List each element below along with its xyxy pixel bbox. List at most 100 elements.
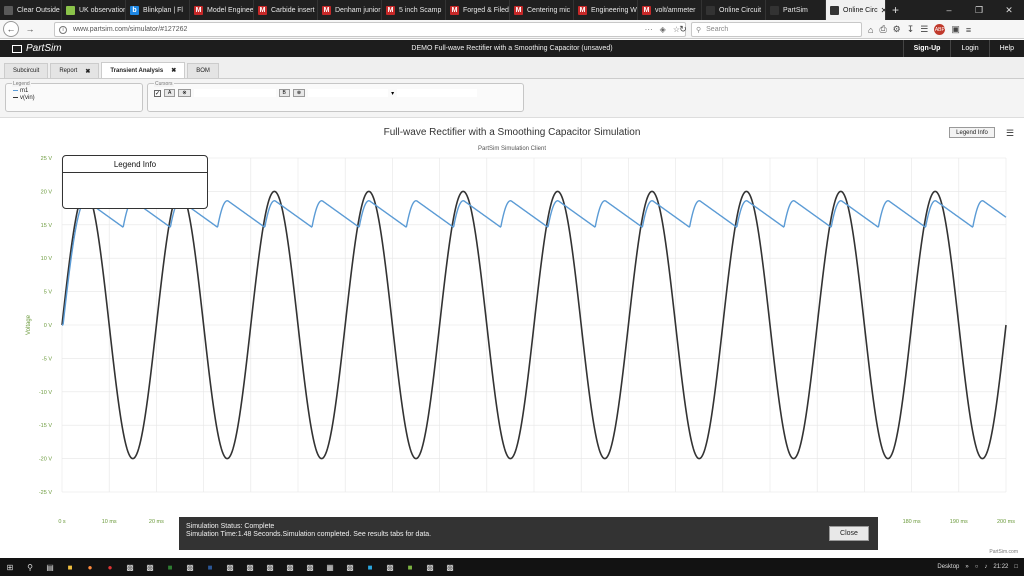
browser-tab[interactable]: M Carbide insert [254,0,318,20]
legend-item-vin[interactable]: v(vin) [13,94,142,101]
pocket-icon[interactable]: ◈ [660,25,666,34]
browser-tab[interactable]: Online Circuit [702,0,766,20]
print-icon[interactable]: ⎙ [879,24,886,35]
calculator-icon[interactable]: ▦ [322,561,338,573]
cursors-box: Cursors ✓ A ⊗ B ⊗ ▾ [147,81,524,112]
cursor-dropdown-icon[interactable]: ▾ [391,90,394,97]
app-icon[interactable]: ■ [362,561,378,573]
app-icon[interactable]: ▩ [442,561,458,573]
y-tick-label: -20 V [39,457,52,463]
settings-gear-icon[interactable]: ⚙ [893,24,901,35]
search-icon[interactable]: ⚲ [22,561,38,573]
close-tab-icon[interactable]: ✖ [171,67,176,74]
page-actions-icon[interactable]: ··· [645,25,653,34]
word-icon[interactable]: ■ [202,561,218,573]
tab-subcircuit[interactable]: Subcircuit [4,63,49,78]
task-view-icon[interactable]: ▤ [42,561,58,573]
browser-tab[interactable]: b Blinkplan | Fl [126,0,190,20]
login-link[interactable]: Login [950,40,988,57]
address-bar[interactable]: i www.partsim.com/simulator/#127262 ··· … [54,22,686,37]
close-window-icon[interactable]: ✕ [994,5,1024,16]
close-tab-icon[interactable]: ✕ [878,6,885,15]
file-explorer-icon[interactable]: ■ [62,561,78,573]
chart-menu-icon[interactable]: ☰ [1006,128,1014,139]
close-button[interactable]: Close [829,526,869,541]
browser-tab[interactable]: M Centering mic [510,0,574,20]
signup-link[interactable]: Sign-Up [902,40,951,57]
chart-controls: Legend m1 v(vin) Cursors ✓ A ⊗ B ⊗ ▾ [0,79,1024,118]
menu-icon[interactable]: ≡ [966,25,971,35]
browser-tab[interactable]: M Denham junior [318,0,382,20]
new-tab-button[interactable]: + [886,3,905,17]
sidebar-icon[interactable]: ▣ [951,24,960,35]
app-icon[interactable]: ▩ [122,561,138,573]
windows-start-icon[interactable]: ⊞ [2,561,18,573]
tab-report[interactable]: Report ✖ [50,63,100,78]
x-tick-label: 190 ms [950,519,968,525]
browser-tab[interactable]: Mvolt/ammeter [638,0,702,20]
excel-icon[interactable]: ■ [162,561,178,573]
app-icon[interactable]: ▩ [302,561,318,573]
clock[interactable]: 21:22 [993,564,1008,570]
cursor-checkbox[interactable]: ✓ [154,89,161,97]
app-icon[interactable]: ▩ [222,561,238,573]
app-icon[interactable]: ▩ [262,561,278,573]
firefox-icon[interactable]: ● [82,561,98,573]
y-tick-label: -5 V [42,356,52,362]
app-icon[interactable]: ▩ [182,561,198,573]
library-icon[interactable]: ☰ [920,24,928,35]
legend-item-m1[interactable]: m1 [13,87,142,94]
forward-button[interactable]: → [22,21,38,37]
browser-tab-label: Engineering W [591,6,637,14]
app-icon[interactable]: ▩ [342,561,358,573]
cursor-b-button[interactable]: B [278,89,290,97]
download-icon[interactable]: ↧ [907,24,915,35]
legend-box-label: Legend [12,81,31,87]
partsim-icon [770,5,779,15]
cursor-b-clear-icon[interactable]: ⊗ [292,89,306,97]
desktop-label[interactable]: Desktop [937,564,959,570]
app-icon[interactable]: ▩ [242,561,258,573]
app-icon[interactable]: ▩ [422,561,438,573]
back-button[interactable]: ← [3,21,19,37]
logo-text: PartSim [26,43,62,54]
search-field[interactable]: ⚲ Search [691,22,862,37]
notifications-icon[interactable]: □ [1014,564,1018,570]
browser-tab[interactable]: Clear Outside [0,0,62,20]
cursor-a-button[interactable]: A [164,89,176,97]
partsim-logo[interactable]: PartSim [0,43,62,54]
reload-button[interactable]: ↻ [675,21,691,37]
search-icon: ⚲ [696,26,702,34]
app-icon[interactable]: ● [102,561,118,573]
minimize-icon[interactable]: – [934,5,964,16]
system-tray: Desktop » ○ ♪ 21:22 □ [937,564,1024,570]
volume-icon[interactable]: ♪ [984,564,987,570]
cursor-a-clear-icon[interactable]: ⊗ [178,89,191,97]
tab-transient-analysis[interactable]: Transient Analysis ✖ [101,62,186,78]
app-icon[interactable]: ▩ [282,561,298,573]
browser-tab[interactable]: M Model Engineer [190,0,254,20]
maximize-icon[interactable]: ❐ [964,5,994,16]
partsim-icon [706,5,715,15]
chart-title: Full-wave Rectifier with a Smoothing Cap… [384,127,641,138]
browser-tab[interactable]: M 5 inch Scamp [382,0,446,20]
close-tab-icon[interactable]: ✖ [85,68,90,75]
home-icon[interactable]: ⌂ [868,25,873,35]
help-link[interactable]: Help [988,40,1024,57]
browser-tab[interactable]: M Engineering W [574,0,638,20]
browser-tab[interactable]: PartSim [766,0,826,20]
app-icon[interactable]: ▩ [142,561,158,573]
chevron-icon[interactable]: » [965,564,968,570]
adblock-icon[interactable]: ABP [934,24,946,35]
series-line-swatch [13,90,18,91]
legend-info-button[interactable]: Legend Info [949,127,995,138]
browser-tab[interactable]: Online Circ✕ [826,0,886,20]
app-icon[interactable]: ■ [402,561,418,573]
app-icon[interactable]: ▩ [382,561,398,573]
browser-tab[interactable]: M Forged & Filed [446,0,510,20]
network-icon[interactable]: ○ [975,564,979,570]
tab-bom[interactable]: BOM [187,63,219,78]
browser-tab[interactable]: UK observation [62,0,126,20]
info-icon[interactable]: i [59,25,67,34]
chart-credit[interactable]: PartSim.com [989,549,1018,555]
